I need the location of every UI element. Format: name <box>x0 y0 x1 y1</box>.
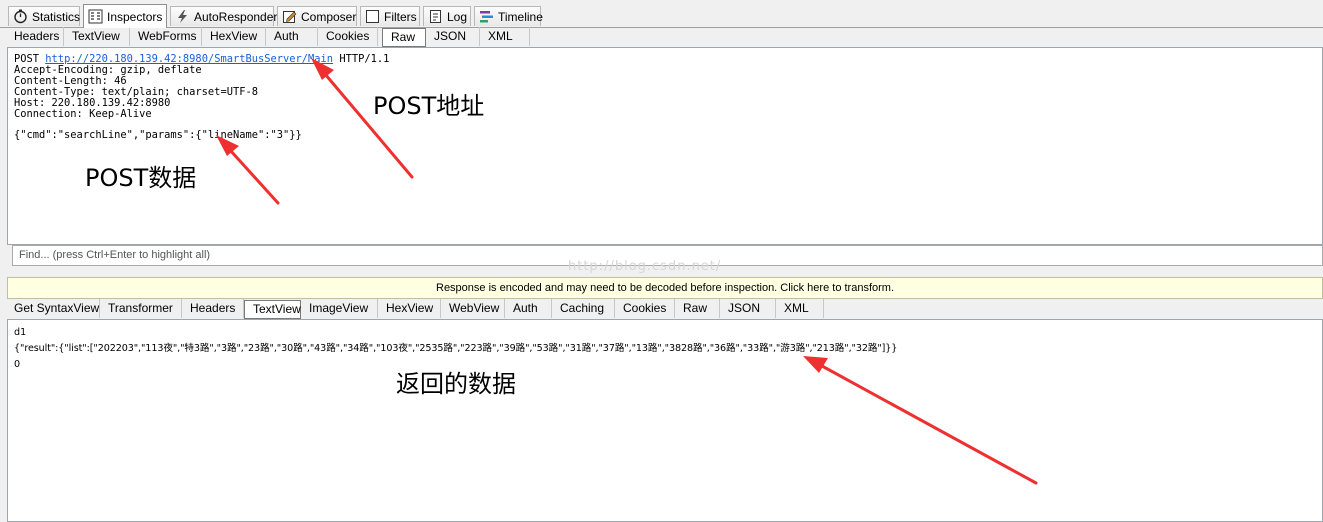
tab-autoresponder[interactable]: AutoResponder <box>170 6 278 26</box>
request-tab-webforms[interactable]: WebForms <box>130 27 202 46</box>
request-tab-json[interactable]: JSON <box>426 27 480 46</box>
request-body: {"cmd":"searchLine","params":{"lineName"… <box>14 129 302 141</box>
response-tab-json[interactable]: JSON <box>720 299 776 318</box>
request-tab-hexview[interactable]: HexView <box>202 27 266 46</box>
response-tab-auth[interactable]: Auth <box>505 299 552 318</box>
response-tab-caching[interactable]: Caching <box>552 299 615 318</box>
response-tab-transformer[interactable]: Transformer <box>100 299 182 318</box>
request-raw-pane[interactable]: POST http://220.180.139.42:8980/SmartBus… <box>7 47 1323 245</box>
timeline-icon <box>479 9 494 24</box>
stopwatch-icon <box>13 9 28 24</box>
tab-statistics[interactable]: Statistics <box>8 6 80 26</box>
response-tab-textview[interactable]: TextView <box>244 300 301 319</box>
response-tab-raw[interactable]: Raw <box>675 299 720 318</box>
tab-log[interactable]: Log <box>423 6 471 26</box>
request-tab-cookies[interactable]: Cookies <box>318 27 378 46</box>
request-subtabs: Headers TextView WebForms HexView Auth C… <box>6 27 530 47</box>
tab-label: Filters <box>384 9 417 24</box>
response-json: {"result":{"list":["202203","113夜","特3路"… <box>14 343 898 354</box>
log-icon <box>428 9 443 24</box>
response-tab-xml[interactable]: XML <box>776 299 824 318</box>
annotation-post-data: POST数据 <box>85 164 197 192</box>
response-subtabs: Get SyntaxView Transformer Headers TextV… <box>6 299 824 319</box>
tab-label: Timeline <box>498 9 543 24</box>
tab-label: Log <box>447 9 468 24</box>
response-tab-cookies[interactable]: Cookies <box>615 299 675 318</box>
tab-timeline[interactable]: Timeline <box>474 6 543 26</box>
request-header-line: Connection: Keep-Alive <box>14 108 152 120</box>
tab-label: Inspectors <box>107 9 163 24</box>
response-tab-hexview[interactable]: HexView <box>378 299 441 318</box>
response-tab-imageview[interactable]: ImageView <box>301 299 378 318</box>
request-tab-raw[interactable]: Raw <box>382 28 426 47</box>
tab-label: AutoResponder <box>194 9 278 24</box>
annotation-returned-data: 返回的数据 <box>396 370 516 398</box>
request-tab-auth[interactable]: Auth <box>266 27 318 46</box>
response-tab-headers[interactable]: Headers <box>182 299 244 318</box>
tab-filters[interactable]: Filters <box>360 6 420 26</box>
composer-icon <box>282 9 297 24</box>
response-text-pane[interactable]: d1 {"result":{"list":["202203","113夜","特… <box>7 319 1323 522</box>
transform-banner[interactable]: Response is encoded and may need to be d… <box>7 277 1323 299</box>
response-tab-webview[interactable]: WebView <box>441 299 505 318</box>
request-version: HTTP/1.1 <box>339 53 390 65</box>
request-tab-xml[interactable]: XML <box>480 27 530 46</box>
main-tab-strip: Statistics Inspectors AutoResponder Comp… <box>0 0 1323 28</box>
checkbox-icon <box>365 9 380 24</box>
request-tab-textview[interactable]: TextView <box>64 27 130 46</box>
tab-label: Composer <box>301 9 357 24</box>
lightning-icon <box>175 9 190 24</box>
response-tab-get-syntaxview[interactable]: Get SyntaxView <box>6 299 100 318</box>
annotation-post-url: POST地址 <box>373 92 485 120</box>
response-line: 0 <box>14 359 21 370</box>
watermark: http://blog.csdn.net/ <box>568 259 722 274</box>
inspectors-icon <box>88 9 103 24</box>
tab-label: Statistics <box>32 9 81 24</box>
tab-composer[interactable]: Composer <box>277 6 357 26</box>
tab-inspectors[interactable]: Inspectors <box>83 4 167 28</box>
request-tab-headers[interactable]: Headers <box>6 27 64 46</box>
response-line: d1 <box>14 327 27 338</box>
